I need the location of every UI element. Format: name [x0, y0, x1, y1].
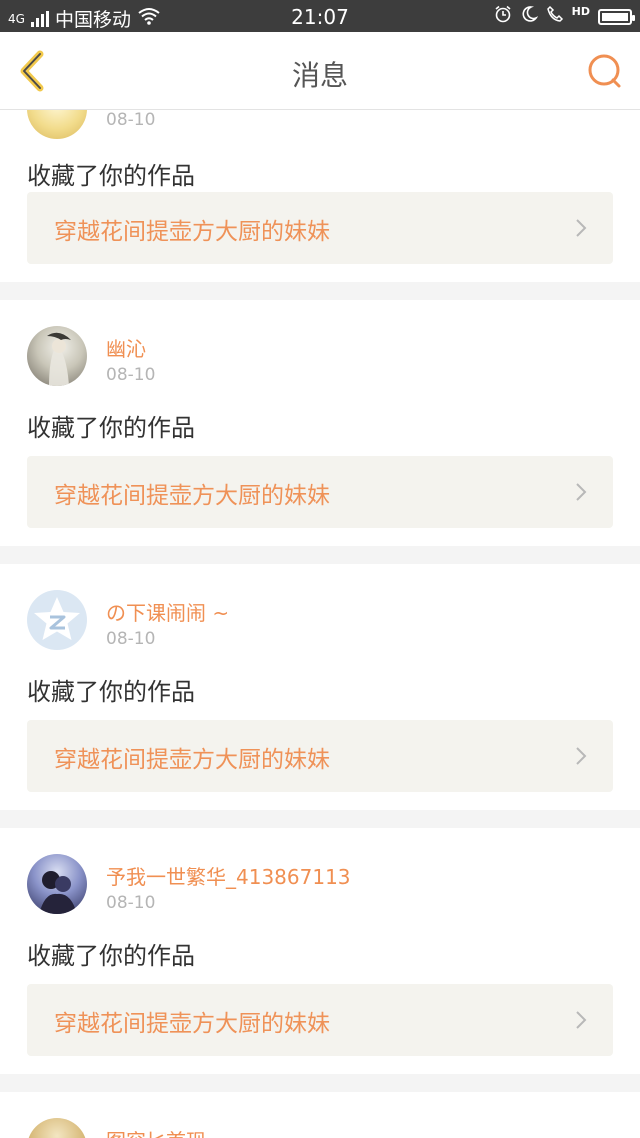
message-date: 08-10 — [106, 893, 156, 913]
message-card: 图容匕首现 — [0, 1092, 640, 1138]
username[interactable]: 幽沁 — [106, 333, 146, 362]
call-icon — [546, 5, 564, 28]
message-date: 08-10 — [106, 110, 156, 130]
qzone-star-icon — [34, 597, 80, 640]
nav-header: 消息 — [0, 32, 640, 110]
avatar[interactable] — [27, 1118, 87, 1138]
work-link[interactable]: 穿越花间提壶方大厨的妹妹 — [27, 984, 613, 1056]
message-action: 收藏了你的作品 — [27, 678, 195, 706]
message-card: の下课闹闹 ~ 08-10 收藏了你的作品 穿越花间提壶方大厨的妹妹 — [0, 564, 640, 810]
message-card: 08-10 收藏了你的作品 穿越花间提壶方大厨的妹妹 — [0, 110, 640, 282]
avatar[interactable] — [27, 590, 87, 650]
work-title: 穿越花间提壶方大厨的妹妹 — [54, 747, 330, 773]
avatar[interactable] — [27, 326, 87, 386]
work-title: 穿越花间提壶方大厨的妹妹 — [54, 1011, 330, 1037]
message-date: 08-10 — [106, 365, 156, 385]
moon-icon — [520, 5, 539, 28]
status-right: HD — [494, 5, 635, 28]
message-action: 收藏了你的作品 — [27, 942, 195, 970]
work-title: 穿越花间提壶方大厨的妹妹 — [54, 483, 330, 509]
hd-label: HD — [571, 5, 590, 18]
avatar[interactable] — [27, 110, 87, 139]
search-button[interactable] — [586, 52, 624, 90]
avatar[interactable] — [27, 854, 87, 914]
username[interactable]: の下课闹闹 ~ — [106, 597, 229, 626]
chevron-right-icon — [576, 219, 587, 237]
message-list: 08-10 收藏了你的作品 穿越花间提壶方大厨的妹妹 幽沁 08-10 收藏了你… — [0, 110, 640, 1138]
work-link[interactable]: 穿越花间提壶方大厨的妹妹 — [27, 456, 613, 528]
page-title: 消息 — [291, 59, 348, 92]
chevron-right-icon — [576, 1011, 587, 1029]
username[interactable]: 图容匕首现 — [106, 1125, 206, 1138]
message-action: 收藏了你的作品 — [27, 162, 195, 190]
status-bar: 4G 中国移动 21:07 HD — [0, 0, 640, 32]
work-title: 穿越花间提壶方大厨的妹妹 — [54, 219, 330, 245]
chevron-right-icon — [576, 483, 587, 501]
message-card: 幽沁 08-10 收藏了你的作品 穿越花间提壶方大厨的妹妹 — [0, 300, 640, 546]
message-card: 予我一世繁华_413867113 08-10 收藏了你的作品 穿越花间提壶方大厨… — [0, 828, 640, 1074]
work-link[interactable]: 穿越花间提壶方大厨的妹妹 — [27, 192, 613, 264]
chevron-right-icon — [576, 747, 587, 765]
search-icon — [588, 54, 621, 88]
username[interactable]: 予我一世繁华_413867113 — [106, 861, 351, 890]
battery-icon — [598, 8, 635, 25]
alarm-icon — [494, 5, 512, 28]
work-link[interactable]: 穿越花间提壶方大厨的妹妹 — [27, 720, 613, 792]
message-date: 08-10 — [106, 629, 156, 649]
message-action: 收藏了你的作品 — [27, 414, 195, 442]
